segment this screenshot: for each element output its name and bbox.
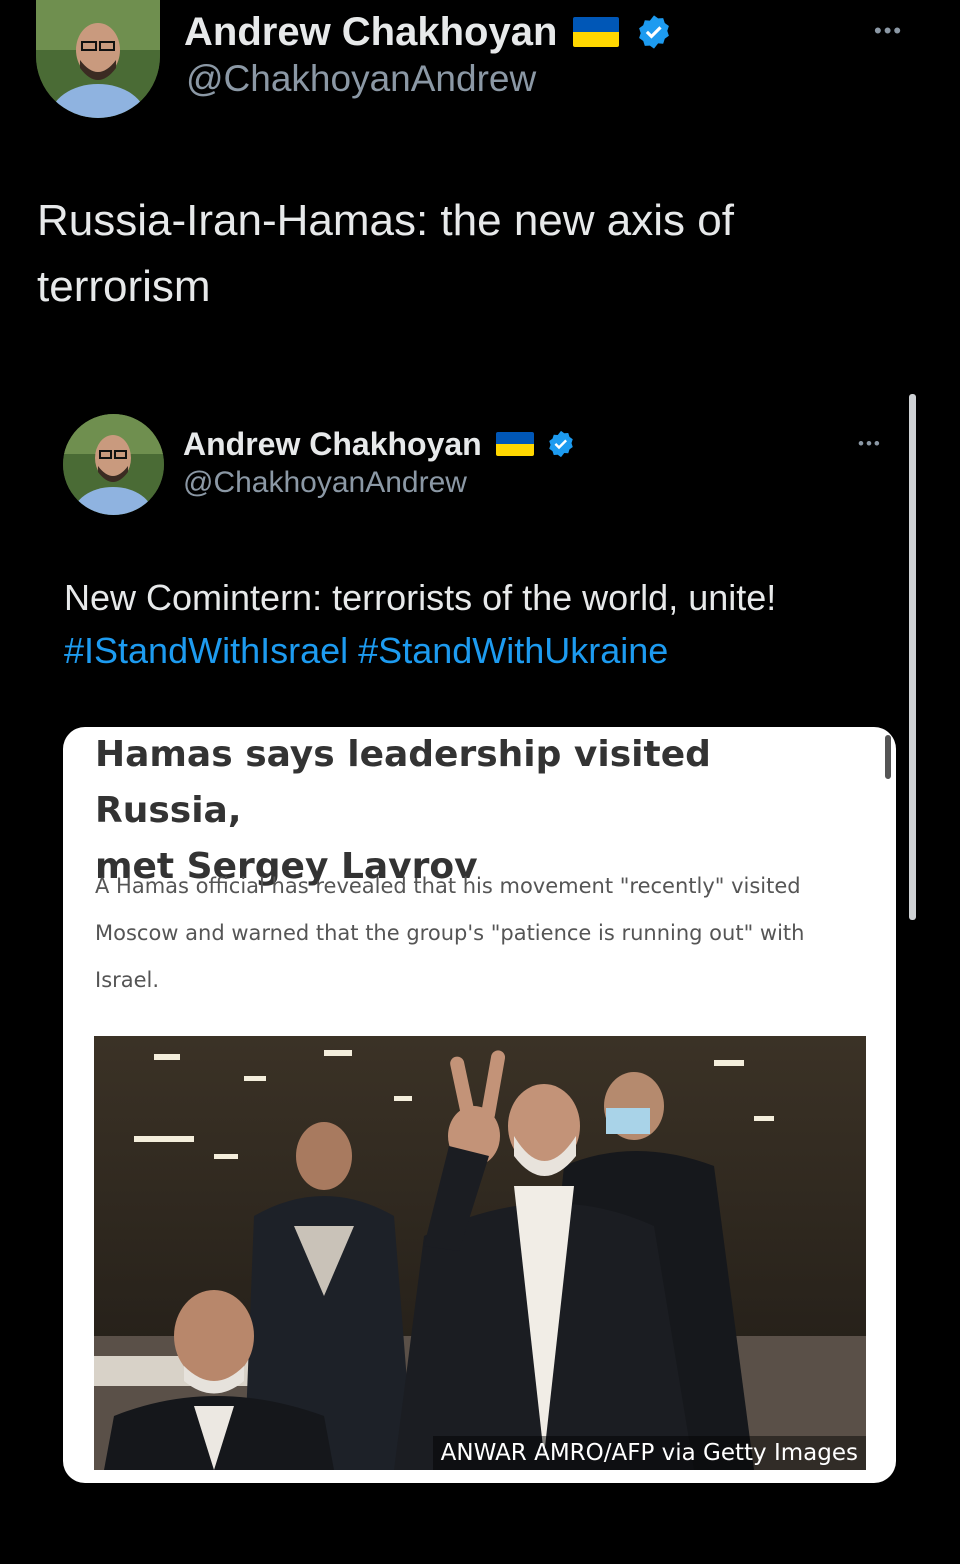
photo-credit: ANWAR AMRO/AFP via Getty Images: [432, 1436, 866, 1470]
article-photo: ANWAR AMRO/AFP via Getty Images: [94, 1036, 866, 1470]
card-scrollbar: [885, 735, 891, 779]
quoted-hashtags: #IStandWithIsrael #StandWithUkraine: [64, 624, 894, 677]
article-card[interactable]: Hamas says leadership visited Russia, me…: [63, 727, 896, 1483]
author-name[interactable]: Andrew Chakhoyan: [184, 10, 557, 55]
verified-badge-icon: [548, 430, 573, 458]
summary-line-2: Moscow and warned that the group's "pati…: [95, 921, 805, 945]
news-photo-illustration: [94, 1036, 866, 1470]
more-options-icon[interactable]: •••: [874, 18, 903, 44]
quoted-text-block: New Comintern: terrorists of the world, …: [64, 571, 894, 677]
ukraine-flag-icon: [495, 432, 534, 456]
quoted-author-avatar[interactable]: [63, 414, 164, 515]
avatar-photo: [36, 0, 160, 118]
verified-badge-icon: [639, 15, 670, 49]
scrollbar[interactable]: [909, 394, 916, 920]
hashtag-standwithukraine[interactable]: #StandWithUkraine: [358, 630, 668, 671]
author-name-row[interactable]: Andrew Chakhoyan: [184, 8, 673, 56]
article-summary: A Hamas official has revealed that his m…: [95, 863, 865, 1004]
ukraine-flag-icon: [573, 17, 620, 47]
hashtag-istandwithisrael[interactable]: #IStandWithIsrael: [64, 630, 348, 671]
summary-line-3: Israel.: [95, 968, 160, 992]
quoted-text: New Comintern: terrorists of the world, …: [64, 577, 777, 618]
quoted-more-options-icon[interactable]: •••: [858, 434, 882, 454]
quoted-author-handle[interactable]: @ChakhoyanAndrew: [183, 466, 467, 500]
quoted-author-name-row[interactable]: Andrew Chakhoyan: [183, 424, 576, 464]
summary-line-1: A Hamas official has revealed that his m…: [95, 874, 801, 898]
quoted-avatar-photo: [63, 414, 164, 515]
author-avatar[interactable]: [36, 0, 160, 118]
author-handle[interactable]: @ChakhoyanAndrew: [186, 58, 536, 100]
headline-line-1: Hamas says leadership visited Russia,: [95, 734, 711, 831]
tweet-text: Russia-Iran-Hamas: the new axis of terro…: [37, 196, 734, 311]
quoted-author-name[interactable]: Andrew Chakhoyan: [183, 426, 482, 463]
